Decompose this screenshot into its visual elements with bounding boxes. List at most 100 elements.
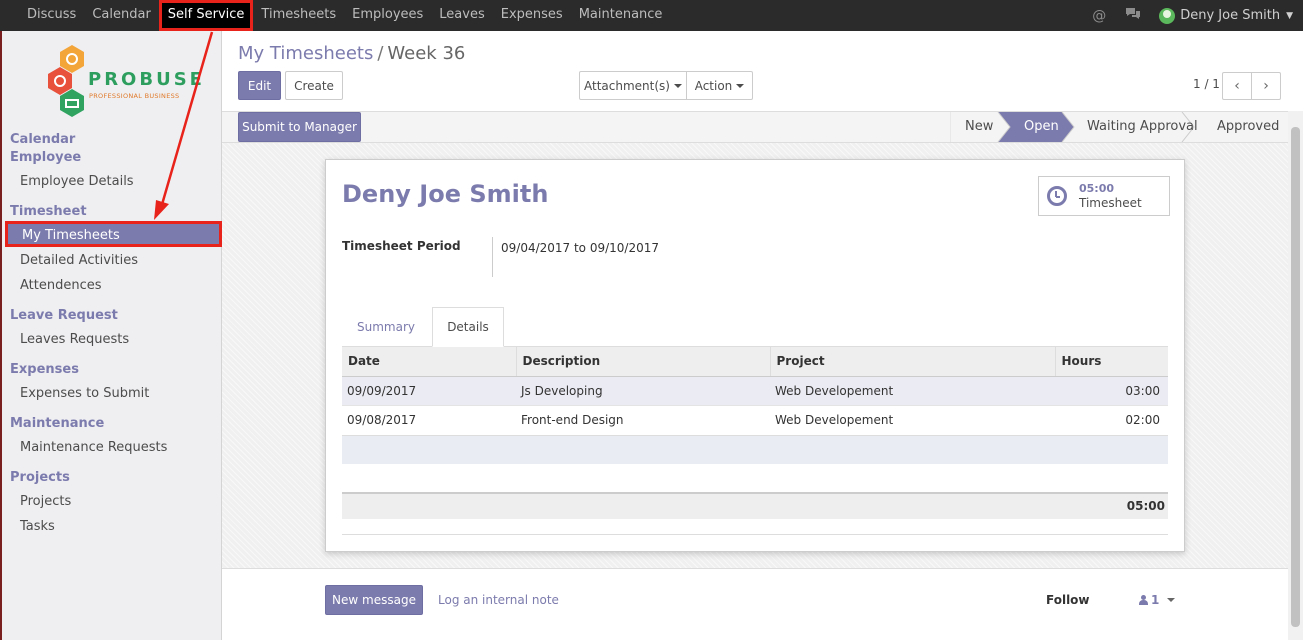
chevron-right-icon: ›	[1263, 78, 1269, 94]
at-icon[interactable]: @	[1091, 8, 1107, 24]
form-sheet: Deny Joe Smith 05:00 Timesheet Timesheet…	[325, 159, 1185, 552]
tab-summary[interactable]: Summary	[342, 307, 430, 347]
cell-hours: 02:00	[1055, 404, 1168, 434]
stage-new[interactable]: New	[965, 112, 993, 142]
column-project[interactable]: Project	[769, 347, 1055, 377]
cell-hours: 03:00	[1055, 375, 1168, 405]
stat-value: 05:00	[1079, 182, 1115, 195]
cell-date: 09/09/2017	[342, 375, 516, 405]
cell-description: Js Developing	[516, 375, 770, 405]
probuse-logo[interactable]: PROBUSE PROFESSIONAL BUSINESS	[46, 45, 202, 119]
sidebar-section-projects: Projects	[10, 470, 70, 485]
details-table: Date Description Project Hours 09/09/201…	[342, 347, 1168, 434]
pager-previous-button[interactable]: ‹	[1222, 72, 1252, 100]
menu-leaves[interactable]: Leaves	[431, 0, 492, 31]
status-bar: Submit to Manager New Open Waiting Appro…	[222, 111, 1303, 143]
menu-timesheets[interactable]: Timesheets	[253, 0, 344, 31]
logo-name: PROBUSE	[88, 69, 205, 90]
chevron-left-icon: ‹	[1234, 78, 1240, 94]
user-avatar[interactable]	[1159, 7, 1176, 24]
top-navbar: Discuss Calendar Self Service Timesheets…	[0, 0, 1303, 31]
sidebar: PROBUSE PROFESSIONAL BUSINESS Calendar E…	[0, 31, 222, 640]
menu-employees[interactable]: Employees	[344, 0, 431, 31]
sidebar-item-tasks[interactable]: Tasks	[20, 519, 55, 534]
sidebar-item-maintenance-requests[interactable]: Maintenance Requests	[20, 440, 167, 455]
menu-discuss[interactable]: Discuss	[19, 0, 84, 31]
table-row[interactable]: 09/09/2017 Js Developing Web Developemen…	[342, 375, 1168, 405]
stage-open[interactable]: Open	[1024, 112, 1059, 142]
total-hours: 05:00	[1126, 499, 1165, 513]
clock-icon	[1047, 186, 1067, 206]
followers-count: 1	[1151, 593, 1160, 607]
cell-date: 09/08/2017	[342, 404, 516, 434]
employee-name: Deny Joe Smith	[342, 180, 549, 208]
edit-button[interactable]: Edit	[238, 71, 281, 100]
table-empty-row[interactable]	[342, 435, 1168, 464]
sidebar-section-calendar[interactable]: Calendar	[10, 132, 75, 147]
timesheet-stat-button[interactable]: 05:00 Timesheet	[1038, 176, 1170, 216]
table-total-row: 05:00	[342, 492, 1168, 519]
sidebar-item-attendences[interactable]: Attendences	[20, 278, 102, 293]
pager-next-button[interactable]: ›	[1251, 72, 1281, 100]
menu-self-service[interactable]: Self Service	[158, 0, 254, 31]
logo-tagline: PROFESSIONAL BUSINESS	[89, 92, 180, 100]
sidebar-section-employee: Employee	[10, 150, 82, 165]
chevron-down-icon[interactable]: ▼	[1286, 11, 1293, 21]
attachments-label: Attachment(s)	[584, 78, 670, 93]
caret-down-icon	[673, 83, 682, 88]
user-area: @ Deny Joe Smith ▼	[1091, 0, 1293, 31]
sidebar-section-maintenance: Maintenance	[10, 416, 105, 431]
submit-to-manager-button[interactable]: Submit to Manager	[238, 112, 361, 142]
stat-label: Timesheet	[1079, 196, 1142, 210]
new-message-button[interactable]: New message	[325, 585, 423, 615]
breadcrumb-separator: /	[377, 43, 384, 64]
sidebar-item-employee-details[interactable]: Employee Details	[20, 174, 134, 189]
column-date[interactable]: Date	[342, 347, 516, 377]
table-header-row: Date Description Project Hours	[342, 347, 1168, 377]
action-dropdown[interactable]: Action	[686, 71, 753, 100]
sidebar-item-leaves-requests[interactable]: Leaves Requests	[20, 332, 129, 347]
stage-approved[interactable]: Approved	[1217, 112, 1279, 142]
timesheet-period-value: 09/04/2017 to 09/10/2017	[501, 241, 660, 255]
attachments-dropdown[interactable]: Attachment(s)	[579, 71, 687, 100]
sidebar-item-label: My Timesheets	[22, 228, 120, 243]
chat-icon[interactable]	[1125, 7, 1141, 24]
table-bottom-border	[342, 534, 1168, 535]
breadcrumb-current: Week 36	[387, 43, 466, 64]
vertical-scrollbar[interactable]	[1288, 111, 1303, 640]
breadcrumb: My Timesheets / Week 36	[238, 43, 465, 64]
chatter-divider	[222, 568, 1288, 569]
user-icon	[1138, 594, 1148, 606]
column-hours[interactable]: Hours	[1054, 347, 1168, 377]
sidebar-item-expenses-to-submit[interactable]: Expenses to Submit	[20, 386, 149, 401]
breadcrumb-parent[interactable]: My Timesheets	[238, 43, 373, 64]
follow-button[interactable]: Follow	[1046, 593, 1090, 607]
log-note-link[interactable]: Log an internal note	[438, 593, 559, 607]
caret-down-icon	[1167, 598, 1176, 602]
cell-project: Web Developement	[770, 404, 1055, 434]
sidebar-item-detailed-activities[interactable]: Detailed Activities	[20, 253, 138, 268]
cell-description: Front-end Design	[516, 404, 770, 434]
user-name[interactable]: Deny Joe Smith	[1180, 8, 1280, 23]
followers-dropdown[interactable]: 1	[1138, 593, 1176, 607]
tab-details[interactable]: Details	[432, 307, 504, 347]
cell-project: Web Developement	[770, 375, 1055, 405]
stage-waiting-approval[interactable]: Waiting Approval	[1087, 112, 1198, 142]
sidebar-item-projects[interactable]: Projects	[20, 494, 71, 509]
field-divider	[492, 237, 493, 277]
menu-maintenance[interactable]: Maintenance	[571, 0, 671, 31]
top-menu: Discuss Calendar Self Service Timesheets…	[19, 0, 670, 31]
scrollbar-thumb[interactable]	[1291, 127, 1300, 627]
sidebar-section-leave-request: Leave Request	[10, 308, 118, 323]
sidebar-section-timesheet: Timesheet	[10, 204, 87, 219]
table-row[interactable]: 09/08/2017 Front-end Design Web Develope…	[342, 404, 1168, 434]
menu-calendar[interactable]: Calendar	[84, 0, 158, 31]
column-description[interactable]: Description	[515, 347, 770, 377]
timesheet-period-label: Timesheet Period	[342, 239, 461, 253]
sidebar-section-expenses: Expenses	[10, 362, 79, 377]
action-label: Action	[694, 78, 733, 93]
sidebar-item-my-timesheets[interactable]: My Timesheets	[5, 221, 222, 247]
create-button[interactable]: Create	[285, 71, 343, 100]
menu-expenses[interactable]: Expenses	[493, 0, 571, 31]
pager-value: 1 / 1	[1193, 77, 1220, 91]
